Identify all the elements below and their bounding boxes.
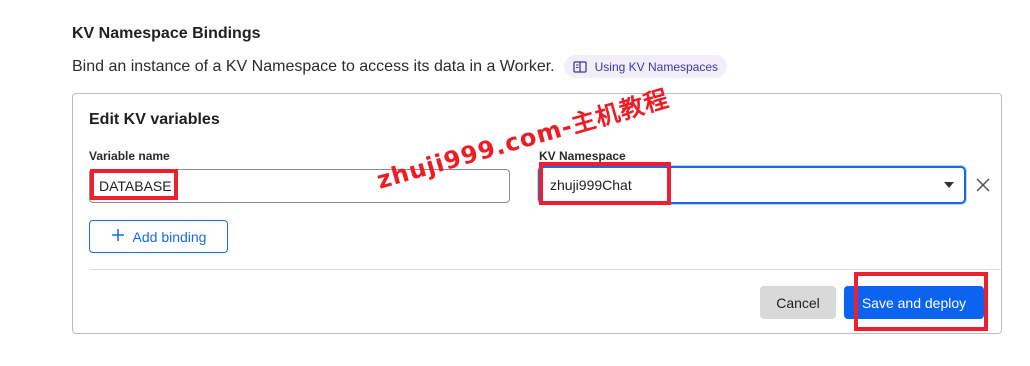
save-and-deploy-button[interactable]: Save and deploy [844,286,984,319]
caret-down-icon [944,182,954,188]
book-icon [572,60,587,73]
section-description: Bind an instance of a KV Namespace to ac… [72,55,728,78]
variable-name-label: Variable name [89,149,170,163]
kv-namespace-value: zhuji999Chat [550,177,632,193]
card-title: Edit KV variables [89,111,220,128]
add-binding-button[interactable]: Add binding [89,220,228,253]
doc-link-using-kv-namespaces[interactable]: Using KV Namespaces [563,55,728,78]
section-description-text: Bind an instance of a KV Namespace to ac… [72,57,555,75]
section-title: KV Namespace Bindings [72,25,261,42]
doc-link-label: Using KV Namespaces [594,59,719,74]
cancel-button[interactable]: Cancel [760,286,836,319]
add-binding-label: Add binding [132,228,207,245]
kv-namespace-label: KV Namespace [539,149,626,163]
plus-icon [111,228,125,245]
close-icon[interactable] [974,176,992,194]
kv-namespace-select[interactable]: zhuji999Chat [538,166,966,204]
divider [89,269,1003,270]
variable-name-input[interactable] [89,169,510,203]
edit-kv-card: Edit KV variables Variable name KV Names… [72,93,1003,334]
